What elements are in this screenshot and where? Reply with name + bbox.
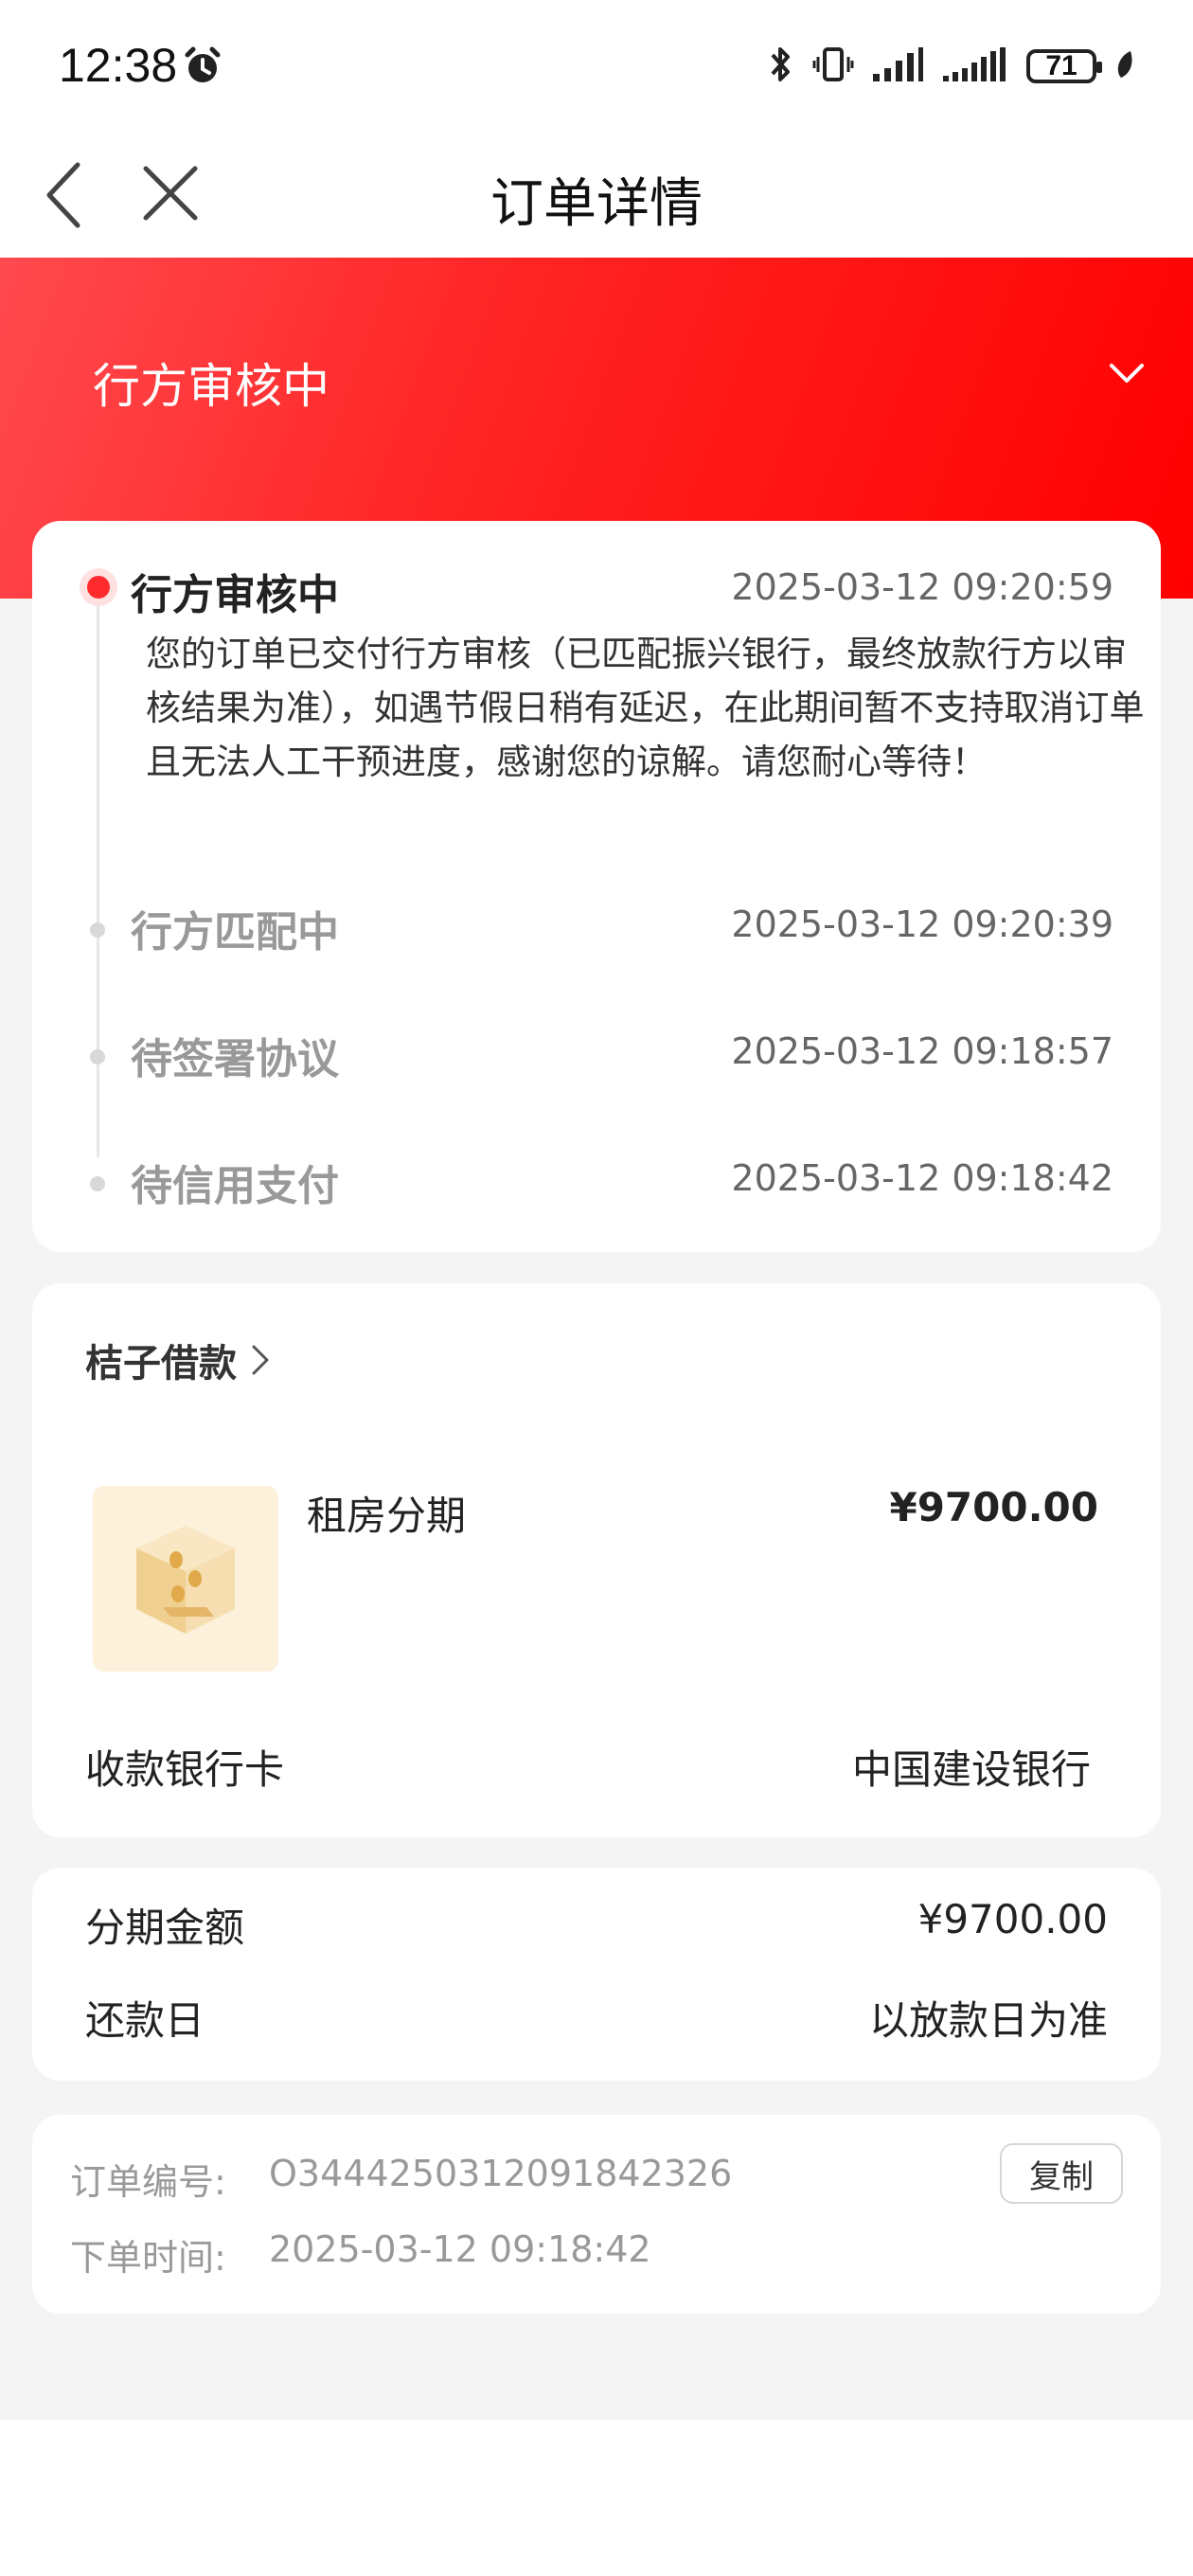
step-time: 2025-03-12 09:18:42 bbox=[731, 1157, 1113, 1199]
order-time-label: 下单时间: bbox=[70, 2237, 226, 2279]
coin-box-icon bbox=[136, 1526, 235, 1634]
repay-label: 还款日 bbox=[85, 1997, 205, 2044]
vibrate-icon bbox=[812, 44, 854, 89]
status-bar: 12:38 71 bbox=[0, 0, 1193, 133]
battery-icon: 71 bbox=[1026, 49, 1102, 83]
timeline-card: 行方审核中 2025-03-12 09:20:59 您的订单已交付行方审核（已匹… bbox=[32, 521, 1161, 1252]
nav-bar: 订单详情 bbox=[0, 133, 1193, 258]
timeline-dot bbox=[90, 1176, 105, 1191]
order-time-value: 2025-03-12 09:18:42 bbox=[269, 2228, 651, 2270]
step-time: 2025-03-12 09:20:59 bbox=[731, 566, 1113, 608]
bank-value: 中国建设银行 bbox=[851, 1746, 1091, 1793]
status-time: 12:38 bbox=[59, 39, 178, 92]
order-no-label: 订单编号: bbox=[70, 2161, 226, 2203]
status-icons: 71 bbox=[767, 44, 1136, 89]
order-no-value: O34442503120918423​26 bbox=[269, 2153, 733, 2194]
order-card: 桔子借款 租房分期 ¥9700.00 收款银行卡 中国建设银行 bbox=[32, 1283, 1161, 1837]
timeline-line bbox=[97, 589, 99, 1157]
product-name: 租房分期 bbox=[307, 1493, 467, 1539]
step-title: 行方匹配中 bbox=[131, 908, 339, 957]
timeline-dot bbox=[90, 922, 105, 938]
step-time: 2025-03-12 09:20:39 bbox=[731, 903, 1113, 945]
product-image bbox=[93, 1486, 278, 1672]
timeline-dot-active bbox=[80, 568, 117, 606]
step-title: 待签署协议 bbox=[131, 1035, 339, 1083]
timeline-dot bbox=[90, 1049, 105, 1064]
bank-label: 收款银行卡 bbox=[85, 1746, 285, 1793]
copy-button[interactable]: 复制 bbox=[1000, 2143, 1123, 2204]
merchant-link[interactable]: 桔子借款 bbox=[85, 1333, 271, 1387]
product-price: ¥9700.00 bbox=[889, 1484, 1098, 1530]
banner-status: 行方审核中 bbox=[93, 359, 329, 414]
step-time: 2025-03-12 09:18:57 bbox=[731, 1030, 1113, 1072]
expand-toggle[interactable] bbox=[1108, 362, 1146, 388]
chevron-down-icon bbox=[1110, 364, 1144, 383]
alarm-icon bbox=[182, 45, 223, 91]
amount-label: 分期金额 bbox=[85, 1905, 245, 1951]
page-title: 订单详情 bbox=[490, 173, 703, 235]
installment-card: 分期金额 ¥9700.00 还款日 以放款日为准 bbox=[32, 1868, 1161, 2081]
merchant-name: 桔子借款 bbox=[85, 1342, 237, 1386]
step-description: 您的订单已交付行方审核（已匹配振兴银行，最终放款行方以审核结果为准），如遇节假日… bbox=[146, 634, 1145, 782]
step-title: 行方审核中 bbox=[131, 571, 339, 619]
signal-icon bbox=[871, 45, 924, 87]
step-title: 待信用支付 bbox=[131, 1162, 339, 1210]
bluetooth-icon bbox=[767, 44, 795, 89]
repay-value: 以放款日为准 bbox=[868, 1997, 1108, 2044]
signal-2-icon bbox=[941, 45, 1009, 87]
chevron-right-icon bbox=[252, 1345, 269, 1375]
order-meta-card: 订单编号: O34442503120918423​26 复制 下单时间: 202… bbox=[32, 2115, 1161, 2314]
amount-value: ¥9700.00 bbox=[917, 1896, 1108, 1942]
leaf-icon bbox=[1113, 47, 1136, 85]
